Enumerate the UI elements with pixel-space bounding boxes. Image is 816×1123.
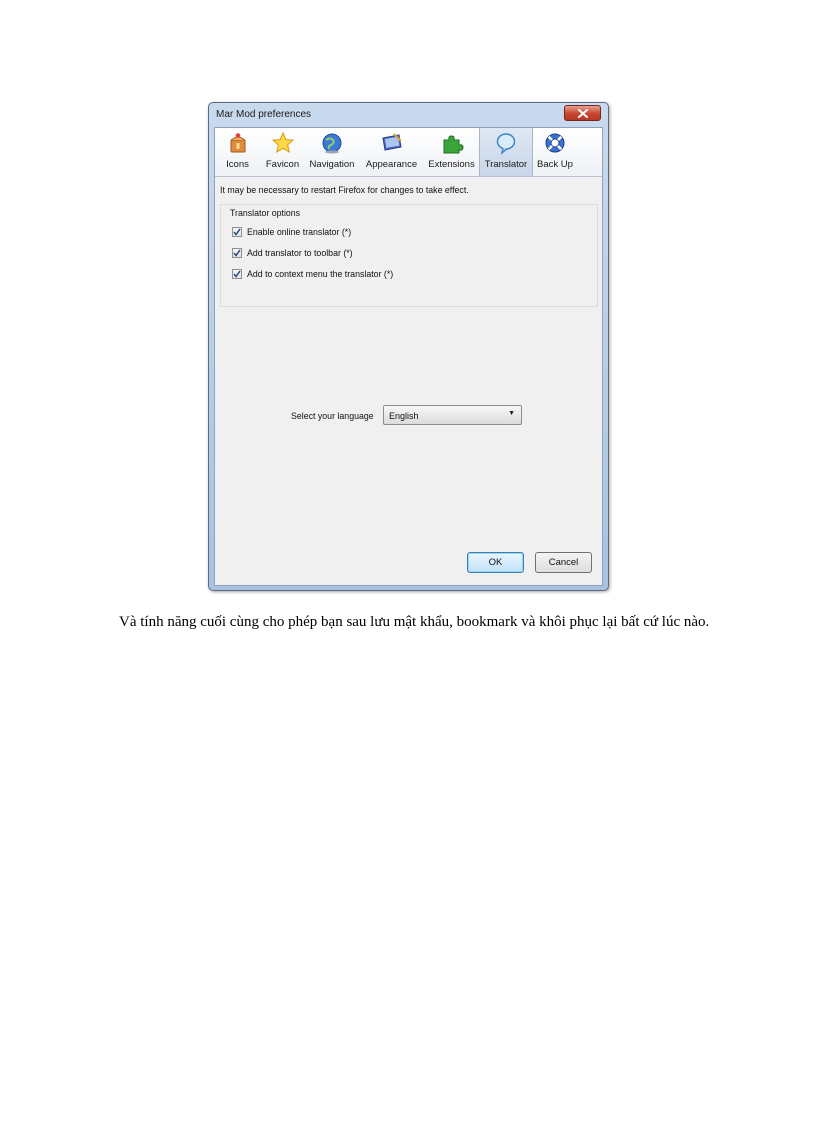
window-title: Mar Mod preferences — [216, 109, 312, 120]
add-translator-toolbar-checkbox[interactable] — [232, 248, 242, 258]
tab-appearance[interactable]: Appearance — [359, 128, 424, 176]
cancel-button[interactable]: Cancel — [535, 552, 592, 573]
dialog-content: Icons Favicon Navigation Appearance Exte… — [214, 127, 603, 586]
add-context-menu-checkbox[interactable] — [232, 269, 242, 279]
language-select[interactable]: English ▼ — [383, 405, 522, 425]
checkmark-icon — [233, 270, 241, 278]
caption-text: Và tính năng cuối cùng cho phép bạn sau … — [119, 614, 710, 630]
title-bar: Mar Mod preferences — [209, 103, 608, 127]
puzzle-piece-icon — [443, 135, 464, 154]
ok-button[interactable]: OK — [467, 552, 524, 573]
preferences-window: Mar Mod preferences Icons Favicon Naviga… — [208, 102, 609, 591]
star-icon — [271, 131, 294, 154]
language-select-value: English — [389, 411, 419, 421]
add-context-menu-option[interactable]: Add to context menu the translator (*) — [232, 269, 393, 279]
tab-navigation[interactable]: Navigation — [305, 128, 359, 176]
preference-tabs: Icons Favicon Navigation Appearance Exte… — [215, 128, 602, 177]
checkmark-icon — [233, 249, 241, 257]
appearance-monitor-icon — [381, 133, 402, 151]
enable-online-translator-option[interactable]: Enable online translator (*) — [232, 227, 351, 237]
close-button[interactable] — [564, 105, 601, 121]
icons-box-icon — [230, 133, 245, 153]
group-title: Translator options — [230, 208, 301, 218]
tab-back-up[interactable]: Back Up — [533, 128, 577, 176]
navigation-globe-icon — [322, 133, 342, 154]
tab-extensions[interactable]: Extensions — [424, 128, 479, 176]
add-translator-toolbar-option[interactable]: Add translator to toolbar (*) — [232, 248, 353, 258]
lifebuoy-icon — [545, 133, 565, 153]
language-label: Select your language — [291, 411, 374, 421]
tab-icons[interactable]: Icons — [215, 128, 260, 176]
tab-favicon[interactable]: Favicon — [260, 128, 305, 176]
close-icon — [577, 108, 588, 118]
enable-online-translator-checkbox[interactable] — [232, 227, 242, 237]
speech-bubble-icon — [496, 133, 516, 155]
checkmark-icon — [233, 228, 241, 236]
restart-notice: It may be necessary to restart Firefox f… — [220, 185, 469, 195]
tab-translator[interactable]: Translator — [479, 128, 533, 176]
dropdown-arrow-icon: ▼ — [508, 410, 515, 417]
